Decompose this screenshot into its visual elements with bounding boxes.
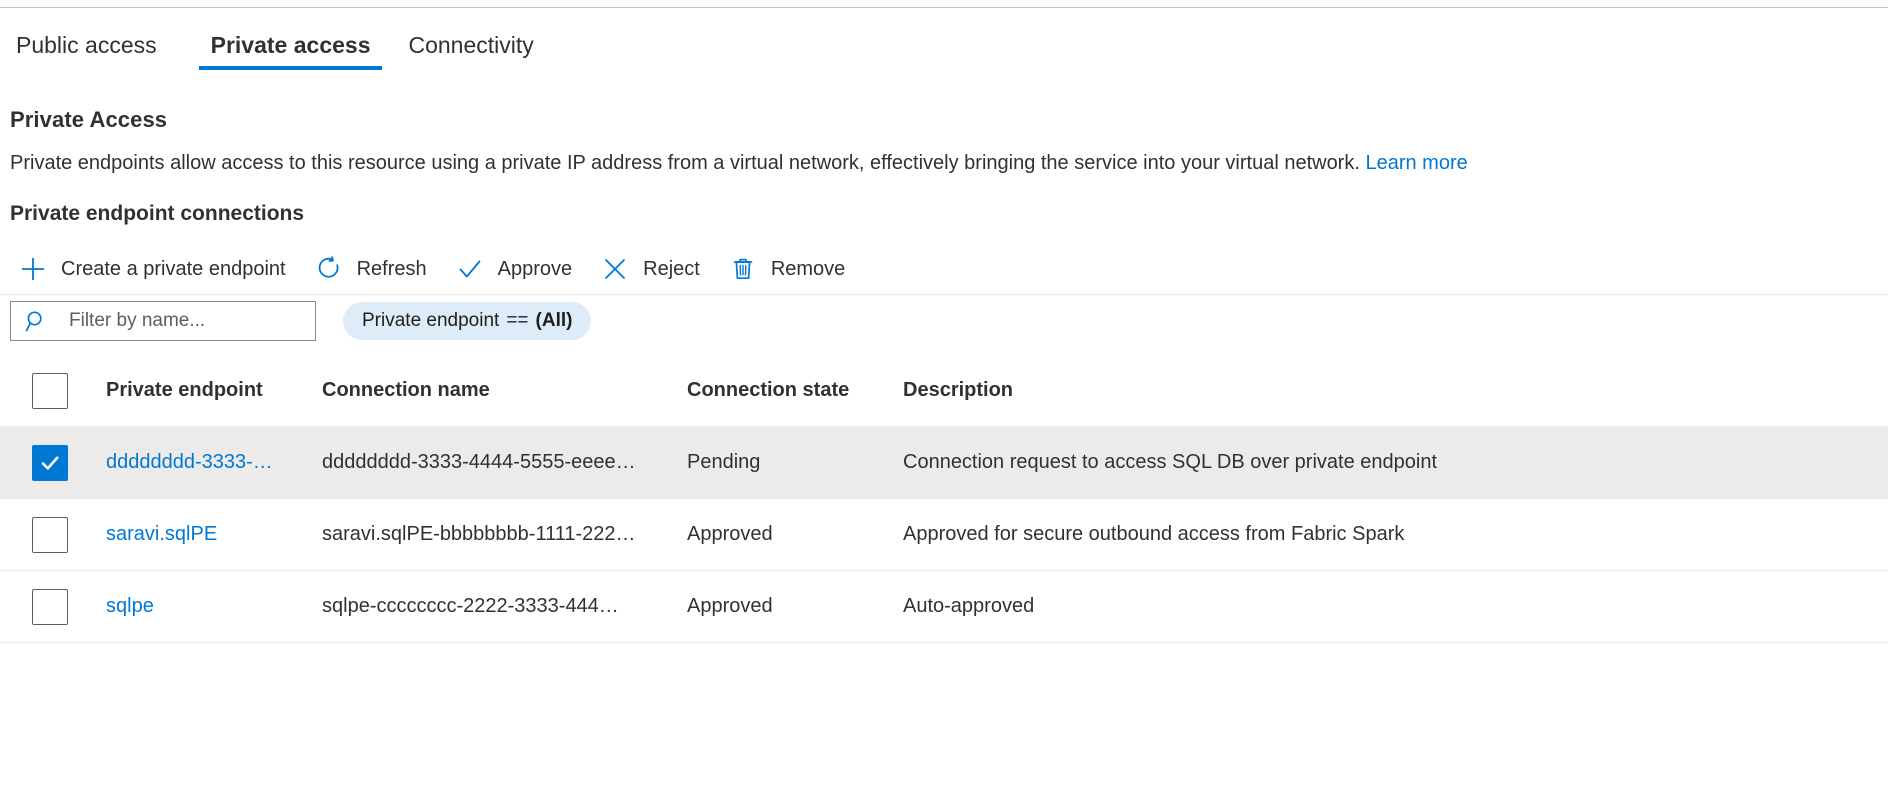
page-title: Private Access <box>10 107 168 132</box>
table-header-row: Private endpoint Connection name Connect… <box>0 355 1888 427</box>
private-endpoint-link[interactable]: dddddddd-3333-… <box>106 451 273 473</box>
column-header-private-endpoint[interactable]: Private endpoint <box>106 379 322 402</box>
filter-pill-operator: == <box>506 310 529 331</box>
private-endpoint-connections-table: Private endpoint Connection name Connect… <box>0 355 1888 643</box>
approve-label: Approve <box>497 257 573 280</box>
filter-pill-private-endpoint[interactable]: Private endpoint == (All) <box>343 302 592 340</box>
tab-public-access[interactable]: Public access <box>10 26 179 76</box>
cell-private-endpoint: saravi.sqlPE <box>106 523 322 546</box>
row-checkbox[interactable] <box>32 516 68 553</box>
table-row[interactable]: saravi.sqlPE saravi.sqlPE-bbbbbbbb-1111-… <box>0 499 1888 571</box>
create-private-endpoint-label: Create a private endpoint <box>61 257 286 280</box>
row-checkbox[interactable] <box>32 588 68 625</box>
remove-label: Remove <box>770 257 846 280</box>
select-all-cell <box>0 372 106 409</box>
row-select-cell <box>0 516 106 553</box>
column-header-connection-state[interactable]: Connection state <box>687 379 903 402</box>
refresh-label: Refresh <box>356 257 427 280</box>
cell-connection-name: dddddddd-3333-4444-5555-eeee… <box>322 451 636 473</box>
cell-connection-state: Approved <box>687 523 773 545</box>
search-box[interactable] <box>10 301 316 341</box>
cell-connection-state: Pending <box>687 451 761 473</box>
close-icon <box>600 254 630 284</box>
refresh-icon <box>314 254 344 284</box>
row-select-cell <box>0 444 106 481</box>
section-description: Private endpoints allow access to this r… <box>10 149 1468 177</box>
remove-button[interactable]: Remove <box>720 248 857 290</box>
approve-button[interactable]: Approve <box>447 248 585 290</box>
subsection-title: Private endpoint connections <box>10 202 305 225</box>
column-header-description[interactable]: Description <box>903 379 1888 402</box>
command-bar: Create a private endpoint Refresh Approv… <box>10 248 865 290</box>
filter-row: Private endpoint == (All) <box>10 300 592 342</box>
private-access-page: Public access Private access Connectivit… <box>0 0 1888 792</box>
command-bar-divider <box>0 294 1888 295</box>
refresh-button[interactable]: Refresh <box>306 248 439 290</box>
tab-connectivity[interactable]: Connectivity <box>402 26 555 76</box>
cell-connection-name: sqlpe-cccccccc-2222-3333-444… <box>322 595 619 617</box>
top-divider <box>0 7 1888 8</box>
trash-icon <box>728 254 758 284</box>
reject-label: Reject <box>643 257 700 280</box>
cell-description: Auto-approved <box>903 595 1035 617</box>
column-header-connection-name[interactable]: Connection name <box>322 379 687 402</box>
cell-connection-name: saravi.sqlPE-bbbbbbbb-1111-222… <box>322 523 636 545</box>
checkmark-icon <box>455 254 485 284</box>
private-endpoint-link[interactable]: sqlpe <box>106 595 154 617</box>
table-row[interactable]: sqlpe sqlpe-cccccccc-2222-3333-444… Appr… <box>0 571 1888 643</box>
plus-icon <box>18 254 48 284</box>
tab-strip: Public access Private access Connectivit… <box>10 26 556 76</box>
cell-private-endpoint: sqlpe <box>106 595 322 618</box>
reject-button[interactable]: Reject <box>592 248 712 290</box>
table-row[interactable]: dddddddd-3333-… dddddddd-3333-4444-5555-… <box>0 427 1888 499</box>
tab-private-access[interactable]: Private access <box>198 26 383 76</box>
row-checkbox[interactable] <box>32 444 68 481</box>
create-private-endpoint-button[interactable]: Create a private endpoint <box>10 248 298 290</box>
learn-more-link[interactable]: Learn more <box>1365 152 1467 174</box>
section-description-text: Private endpoints allow access to this r… <box>10 152 1360 174</box>
cell-description: Connection request to access SQL DB over… <box>903 451 1438 473</box>
cell-connection-state: Approved <box>687 595 773 617</box>
filter-pill-value: (All) <box>535 310 573 331</box>
search-icon <box>25 310 48 333</box>
search-input[interactable] <box>11 302 315 340</box>
cell-private-endpoint: dddddddd-3333-… <box>106 451 322 474</box>
select-all-checkbox[interactable] <box>32 372 68 409</box>
row-select-cell <box>0 588 106 625</box>
private-endpoint-link[interactable]: saravi.sqlPE <box>106 523 217 545</box>
filter-pill-field: Private endpoint <box>362 310 500 331</box>
cell-description: Approved for secure outbound access from… <box>903 523 1405 545</box>
